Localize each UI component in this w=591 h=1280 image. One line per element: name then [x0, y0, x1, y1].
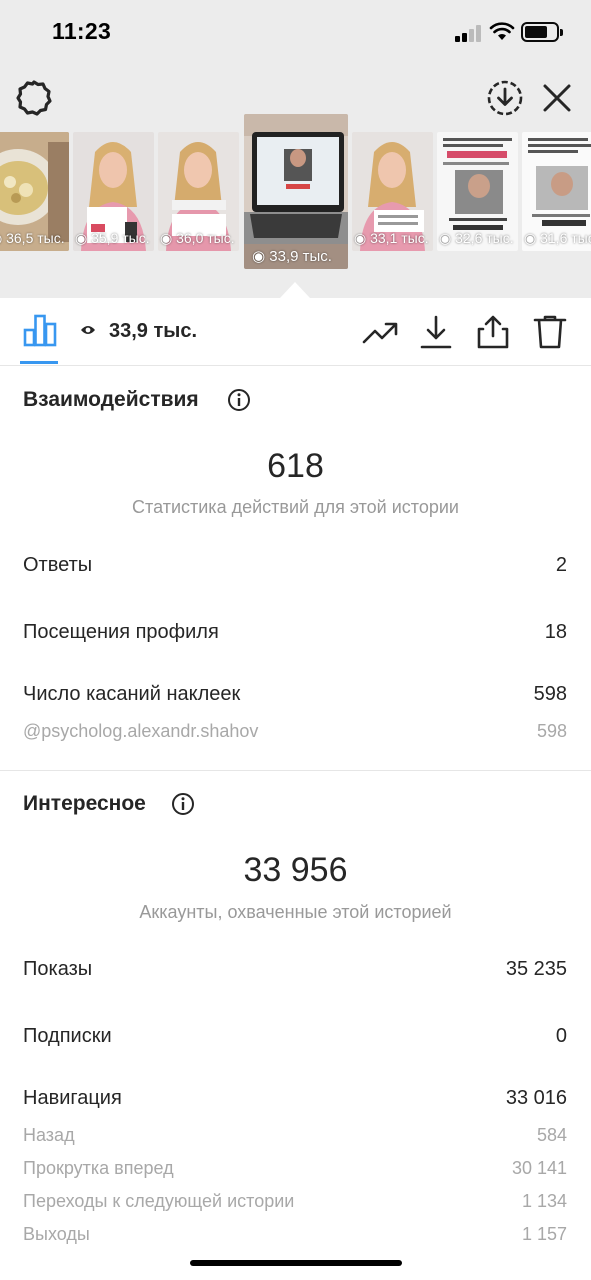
reach-total: 33 956 — [243, 851, 348, 889]
follows-value: 0 — [555, 1025, 567, 1047]
story-thumbnail[interactable]: ◉ 36,5 тыс. — [0, 132, 69, 251]
wifi-icon — [489, 22, 515, 40]
story-toolbar: 33,9 тыс. — [0, 298, 591, 366]
nav-next-story-label: Переходы к следующей истории — [23, 1191, 295, 1211]
story-thumbnail-image — [244, 114, 348, 269]
story-thumbnail[interactable]: ◉ 32,6 тыс. — [437, 132, 518, 251]
thumbnail-views: ◉ 31,6 тыс. — [524, 230, 591, 246]
close-icon[interactable] — [537, 78, 577, 118]
nav-forward-value: 30 141 — [511, 1158, 567, 1178]
sticker-mention-value: 598 — [536, 721, 567, 741]
insights-bar-chart-icon[interactable] — [22, 312, 58, 348]
impressions-label: Показы — [23, 958, 93, 980]
navigation-label: Навигация — [23, 1087, 122, 1109]
thumbnail-views: ◉ 32,6 тыс. — [439, 230, 514, 246]
story-thumbnail[interactable]: ◉ 35,9 тыс. — [73, 132, 154, 251]
story-thumbnail[interactable]: ◉ 33,1 тыс. — [352, 132, 433, 251]
download-icon[interactable] — [418, 314, 454, 350]
story-thumbnail[interactable]: ◉ 36,0 тыс. — [158, 132, 239, 251]
reach-caption: Аккаунты, охваченные этой историей — [139, 902, 452, 922]
follows-label: Подписки — [23, 1025, 112, 1047]
story-preview-area: 11:23 36,5 тыс. ◉ 35,9 тыс. ◉ 36,0 тыс. … — [0, 0, 591, 298]
settings-gear-icon[interactable] — [14, 78, 54, 118]
sticker-mention-label[interactable]: @psycholog.alexandr.shahov — [23, 721, 258, 742]
interactions-section-title: Взаимодействия — [23, 388, 199, 411]
nav-back-label: Назад — [23, 1125, 75, 1145]
thumbnail-views: ◉ 35,9 тыс. — [75, 230, 150, 246]
interactions-caption: Статистика действий для этой истории — [132, 497, 459, 517]
info-icon[interactable] — [171, 792, 195, 816]
replies-label: Ответы — [23, 554, 93, 576]
impressions-value: 35 235 — [505, 958, 567, 980]
nav-next-story-value: 1 134 — [521, 1191, 567, 1211]
story-thumbnail-strip[interactable]: ◉ 36,5 тыс. ◉ 35,9 тыс. — [0, 114, 591, 272]
nav-exits-label: Выходы — [23, 1224, 90, 1244]
nav-forward-label: Прокрутка вперед — [23, 1158, 174, 1178]
profile-visits-value: 18 — [544, 621, 567, 643]
battery-icon — [521, 22, 563, 42]
story-thumbnail-selected[interactable]: ◉ 33,9 тыс. — [244, 114, 348, 269]
promote-trend-icon[interactable] — [362, 314, 398, 350]
share-icon[interactable] — [475, 314, 511, 350]
cellular-signal-icon — [455, 24, 483, 42]
selected-story-pointer — [280, 282, 310, 298]
thumbnail-views: ◉ 36,0 тыс. — [160, 230, 235, 246]
thumbnail-views: ◉ 36,5 тыс. — [0, 230, 65, 246]
sticker-taps-value: 598 — [533, 683, 567, 705]
profile-visits-label: Посещения профиля — [23, 621, 219, 643]
active-tab-indicator — [20, 361, 58, 364]
viewers-count[interactable]: 33,9 тыс. — [109, 320, 197, 343]
status-bar: 11:23 — [0, 0, 591, 64]
eye-icon — [81, 326, 95, 334]
section-divider — [0, 770, 591, 771]
interactions-total: 618 — [267, 447, 324, 485]
story-thumbnail[interactable]: ◉ 31,6 тыс. — [522, 132, 591, 251]
info-icon[interactable] — [227, 388, 251, 412]
sticker-taps-label: Число касаний наклеек — [23, 683, 241, 705]
thumbnail-views: ◉ 33,9 тыс. — [252, 248, 332, 265]
save-story-icon[interactable] — [485, 78, 525, 118]
replies-value: 2 — [555, 554, 567, 576]
thumbnail-views: ◉ 33,1 тыс. — [354, 230, 429, 246]
discovery-section-title: Интересное — [23, 792, 146, 815]
nav-exits-value: 1 157 — [521, 1224, 567, 1244]
home-indicator[interactable] — [190, 1260, 402, 1266]
delete-trash-icon[interactable] — [532, 314, 568, 350]
status-time: 11:23 — [52, 18, 112, 44]
nav-back-value: 584 — [536, 1125, 567, 1145]
navigation-value: 33 016 — [505, 1087, 567, 1109]
